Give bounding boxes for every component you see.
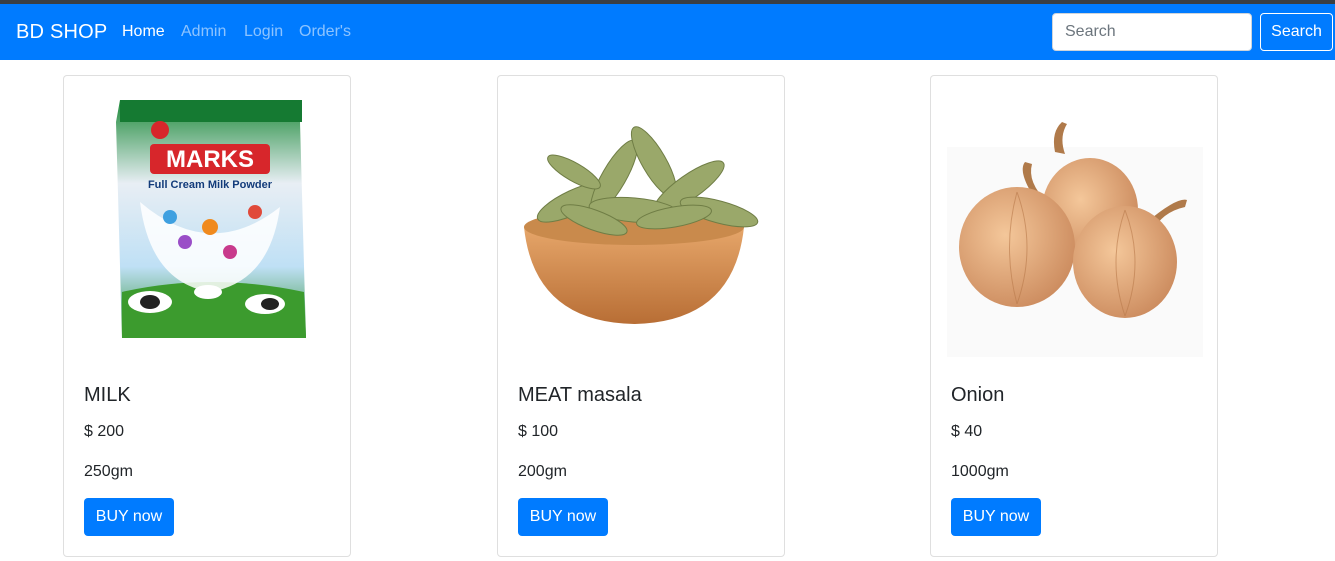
buy-now-button[interactable]: BUY now [951,498,1041,536]
product-card-milk: MARKS Full Cream Milk Powder MILK $ 200 … [63,75,351,557]
nav-link-orders[interactable]: Order's [299,23,351,41]
buy-now-button[interactable]: BUY now [518,498,608,536]
product-weight: 250gm [84,463,133,480]
product-card-meat-masala: MEAT masala $ 100 200gm BUY now [497,75,785,557]
svg-text:Full Cream Milk Powder: Full Cream Milk Powder [148,179,273,191]
product-image-milk: MARKS Full Cream Milk Powder [80,92,336,362]
product-title: Onion [951,384,1005,406]
product-image-meat-masala [514,92,770,362]
svg-text:MARKS: MARKS [166,146,254,173]
bay-leaves-bowl-image [524,126,759,324]
product-image-onion [947,92,1203,362]
milk-powder-pack-image: MARKS Full Cream Milk Powder [116,100,306,338]
product-price: $ 100 [518,423,559,440]
product-title: MILK [84,384,131,406]
product-weight: 1000gm [951,463,1009,480]
nav-link-login[interactable]: Login [244,23,283,41]
product-weight: 200gm [518,463,567,480]
onions-image [947,122,1203,357]
nav-link-admin[interactable]: Admin [181,23,226,41]
nav-link-home[interactable]: Home [122,23,165,41]
brand-logo[interactable]: BD SHOP [16,21,107,44]
product-price: $ 200 [84,423,125,440]
search-button[interactable]: Search [1260,13,1333,51]
navbar: BD SHOP Home Admin Login Order's Search [0,4,1335,60]
product-title: MEAT masala [518,384,642,406]
search-input[interactable] [1052,13,1252,51]
product-card-onion: Onion $ 40 1000gm BUY now [930,75,1218,557]
product-price: $ 40 [951,423,983,440]
buy-now-button[interactable]: BUY now [84,498,174,536]
